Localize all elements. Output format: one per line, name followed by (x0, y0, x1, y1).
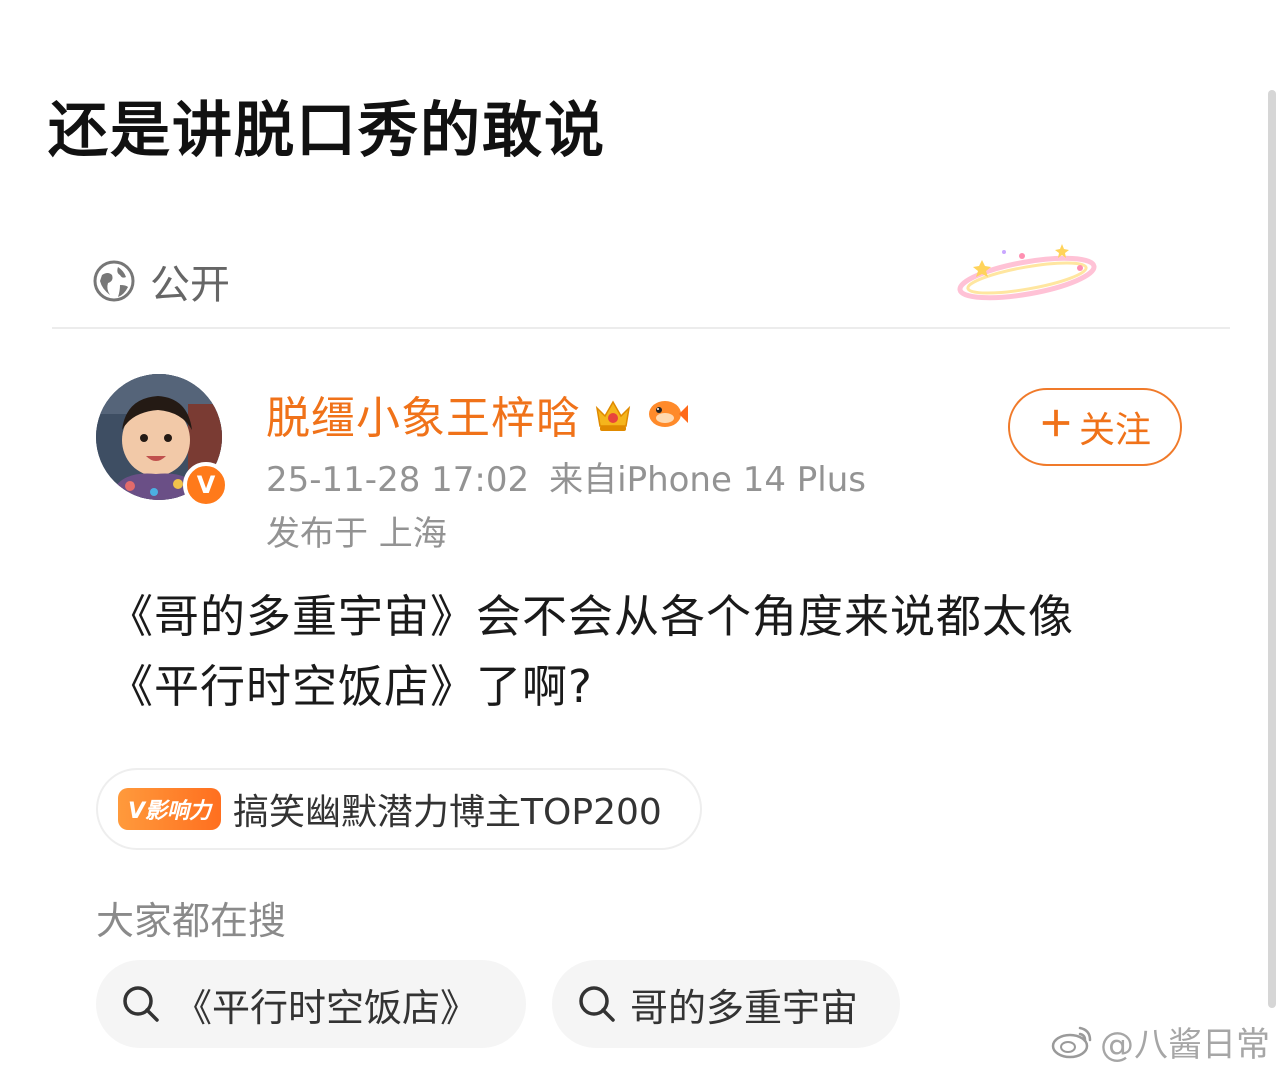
search-icon (576, 983, 618, 1025)
verified-badge: V (183, 462, 229, 508)
crown-icon (591, 392, 635, 436)
follow-button[interactable]: 关注 (1008, 388, 1182, 466)
post-timestamp: 25-11-28 17:02 (266, 460, 530, 500)
divider (52, 327, 1230, 329)
search-icon (120, 983, 162, 1025)
influence-chip[interactable]: V影响力 搞笑幽默潜力博主TOP200 (96, 768, 702, 850)
trending-search-heading: 大家都在搜 (96, 899, 287, 943)
influence-text: 搞笑幽默潜力博主TOP200 (233, 792, 662, 833)
post-source: 来自iPhone 14 Plus (549, 460, 866, 500)
influence-tag: V影响力 (118, 788, 222, 830)
weibo-post-card: 公开 V 脱缰小象王梓晗 25-11-28 17:02 来自iPhone 14 … (52, 222, 1232, 1078)
search-suggestion-chip[interactable]: 哥的多重宇宙 (552, 960, 900, 1048)
weibo-logo (1050, 1024, 1094, 1060)
search-suggestion-label: 《平行时空饭店》 (174, 985, 479, 1030)
scrollbar[interactable] (1268, 90, 1276, 1008)
search-suggestion-label: 哥的多重宇宙 (630, 985, 859, 1030)
username[interactable]: 脱缰小象王梓晗 (266, 382, 581, 446)
globe-icon (92, 259, 136, 303)
page-title: 还是讲脱口秀的敢说 (48, 96, 606, 166)
fish-icon (645, 392, 689, 436)
post-meta: 25-11-28 17:02 来自iPhone 14 Plus (266, 452, 866, 501)
follow-label: 关注 (1078, 410, 1151, 451)
post-text-line: 《哥的多重宇宙》会不会从各个角度来说都太像 (108, 590, 1075, 643)
watermark: @八酱日常 (1050, 1017, 1270, 1066)
post-text-line: 《平行时空饭店》了啊? (108, 660, 593, 713)
visibility-indicator: 公开 (92, 252, 230, 310)
plus-icon (1039, 406, 1073, 449)
watermark-text: @八酱日常 (1100, 1025, 1270, 1065)
search-suggestion-chip[interactable]: 《平行时空饭店》 (96, 960, 526, 1048)
post-location: 发布于 上海 (266, 514, 447, 554)
username-row: 脱缰小象王梓晗 (266, 382, 689, 446)
sparkle-halo-decoration (952, 238, 1102, 308)
visibility-label: 公开 (150, 262, 230, 308)
post-text: 《哥的多重宇宙》会不会从各个角度来说都太像 《平行时空饭店》了啊? (108, 582, 1198, 722)
